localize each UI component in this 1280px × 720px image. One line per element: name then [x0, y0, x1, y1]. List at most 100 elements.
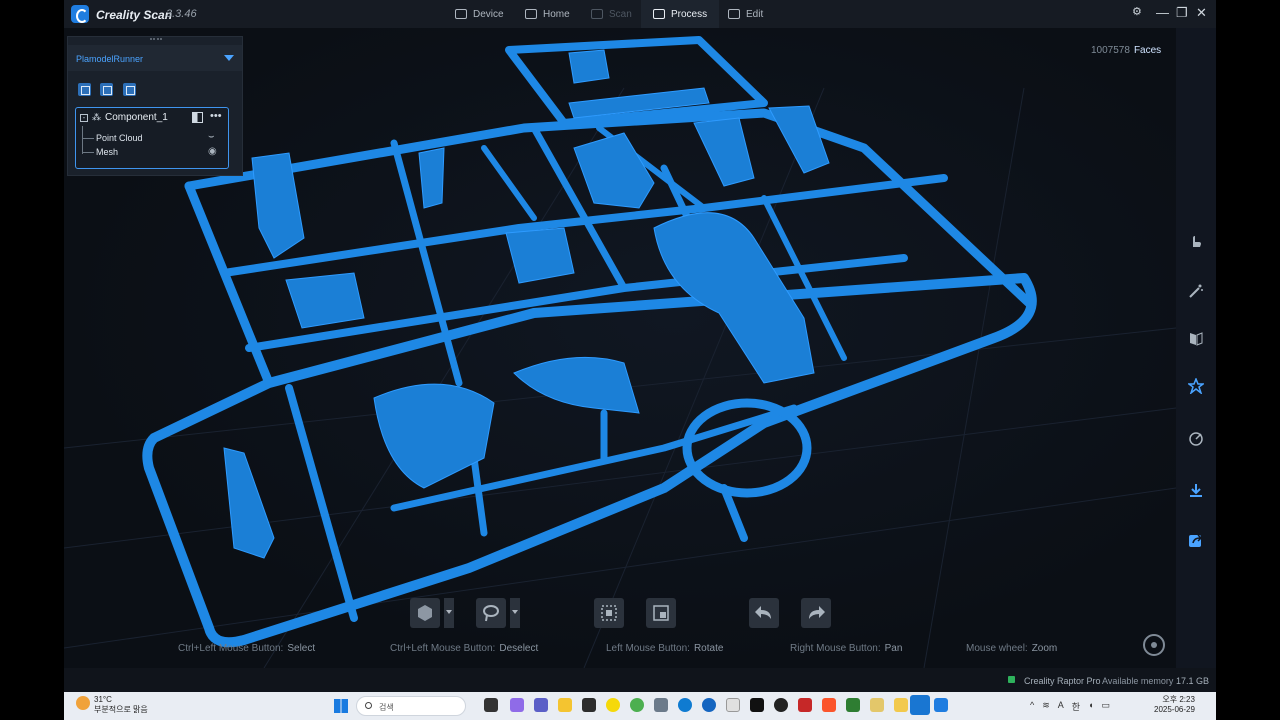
compare-icon[interactable] [192, 112, 203, 123]
collapse-icon[interactable]: - [80, 113, 88, 122]
font-a-icon[interactable]: A [1058, 700, 1064, 713]
teams-icon[interactable] [534, 698, 548, 712]
notes-icon[interactable] [870, 698, 884, 712]
remote-desktop-icon[interactable] [910, 695, 930, 715]
file-explorer-icon[interactable] [558, 698, 572, 712]
delete-selection-button[interactable] [646, 598, 676, 628]
app-title: Creality Scan [96, 8, 173, 22]
calculator-icon[interactable] [654, 698, 668, 712]
tree-item-mesh[interactable]: Mesh [82, 147, 118, 157]
hint-select: Ctrl+Left Mouse Button: Select [178, 643, 316, 654]
lasso-icon [483, 605, 499, 622]
status-bar: Creality Raptor Pro Available memory 17.… [64, 668, 1216, 692]
folder-icon[interactable] [100, 83, 113, 96]
tree-item-point-cloud[interactable]: Point Cloud [82, 133, 143, 143]
creality-scan-window: Creality Scan 3.3.46 Device Home Scan Pr… [64, 0, 1216, 692]
edge-icon[interactable] [678, 698, 692, 712]
title-bar: Creality Scan 3.3.46 Device Home Scan Pr… [64, 0, 1216, 28]
battery-icon[interactable]: ▭ [1102, 700, 1111, 713]
chevron-up-icon[interactable]: ^ [1030, 700, 1034, 713]
star-transform-icon[interactable] [1188, 378, 1204, 394]
component-icon: ⁂ [92, 112, 101, 122]
windows-taskbar: 31°C 부분적으로 맑음 검색 ^ ≋ A 한 ◖ ▭ 오후 2:23 202… [64, 692, 1216, 720]
windows-start-icon[interactable] [334, 699, 348, 713]
chrome-icon[interactable] [630, 698, 644, 712]
invert-select-icon [601, 605, 617, 621]
search-icon [365, 702, 372, 709]
settings-icon[interactable]: ⚙ [1132, 5, 1142, 18]
lasso-select-button[interactable] [476, 598, 506, 628]
magic-wand-icon[interactable] [1188, 283, 1204, 299]
file-icon[interactable] [123, 83, 136, 96]
copilot-icon[interactable] [510, 698, 524, 712]
outliner-panel: PlamodelRunner - ⁂ Component_1 ••• Point… [67, 36, 243, 176]
taskbar-search[interactable]: 검색 [356, 696, 466, 716]
ime-indicator[interactable]: 한 [1072, 700, 1080, 713]
hint-deselect: Ctrl+Left Mouse Button: Deselect [390, 643, 539, 654]
scan-icon [591, 9, 603, 19]
lasso-select-dropdown[interactable] [510, 598, 520, 628]
minimize-button[interactable]: — [1156, 5, 1169, 20]
game-icon[interactable] [774, 698, 788, 712]
kakaotalk-icon[interactable] [606, 698, 620, 712]
more-options-icon[interactable]: ••• [210, 110, 222, 122]
wifi-icon[interactable]: ≋ [1042, 700, 1050, 713]
redo-icon [809, 606, 825, 619]
add-component-icon[interactable] [78, 83, 91, 96]
device-name: Creality Raptor Pro [1024, 676, 1101, 686]
chevron-down-icon [224, 55, 234, 61]
home-icon [525, 9, 537, 19]
screen: Creality Scan 3.3.46 Device Home Scan Pr… [0, 0, 1280, 720]
download-icon[interactable] [1188, 483, 1204, 499]
hint-rotate: Left Mouse Button: Rotate [606, 643, 724, 654]
weather-widget[interactable]: 31°C 부분적으로 맑음 [94, 695, 148, 715]
device-icon [455, 9, 467, 19]
hand-select-icon[interactable] [1188, 233, 1204, 249]
undo-button[interactable] [749, 598, 779, 628]
recenter-view-icon[interactable] [1143, 634, 1165, 656]
tab-edit[interactable]: Edit [728, 0, 763, 28]
texture-palette-icon[interactable] [1188, 431, 1204, 447]
redo-button[interactable] [801, 598, 831, 628]
dev-tool-icon[interactable] [798, 698, 812, 712]
device-connected-icon [1008, 676, 1015, 683]
crop-delete-icon [653, 605, 669, 621]
restore-button[interactable]: ❐ [1176, 5, 1188, 21]
id-app-icon[interactable] [750, 698, 764, 712]
hint-zoom: Mouse wheel: Zoom [966, 643, 1058, 654]
memory-label: Available memory [1102, 676, 1174, 686]
memory-value: 17.1 GB [1176, 676, 1210, 686]
weather-icon[interactable] [76, 696, 90, 710]
system-tray: ^ ≋ A 한 ◖ ▭ [1030, 700, 1110, 713]
eye-closed-icon[interactable]: ⌣ [208, 131, 215, 142]
tab-process[interactable]: Process [641, 0, 720, 28]
selection-mode-button[interactable] [410, 598, 440, 628]
invert-selection-button[interactable] [594, 598, 624, 628]
tab-scan[interactable]: Scan [591, 0, 632, 28]
brave-icon[interactable] [822, 698, 836, 712]
app-icon[interactable] [726, 698, 740, 712]
tab-device[interactable]: Device [455, 0, 504, 28]
terminal-icon[interactable] [582, 698, 596, 712]
selection-mode-dropdown[interactable] [444, 598, 454, 628]
panel-drag-handle[interactable] [150, 38, 162, 42]
edit-icon [728, 9, 740, 19]
close-button[interactable]: ✕ [1196, 5, 1207, 21]
tab-home[interactable]: Home [525, 0, 570, 28]
project-dropdown[interactable]: PlamodelRunner [68, 45, 242, 71]
spreadsheet-icon[interactable] [846, 698, 860, 712]
task-view-icon[interactable] [484, 698, 498, 712]
hint-pan: Right Mouse Button: Pan [790, 643, 903, 654]
folder-app-icon[interactable] [894, 698, 908, 712]
eye-icon[interactable]: ◉ [208, 146, 217, 157]
clock[interactable]: 오후 2:23 2025-06-29 [1154, 695, 1195, 715]
face-count: 1007578 Faces [1091, 45, 1162, 56]
right-toolbar [1176, 28, 1216, 668]
cube-select-icon [418, 605, 432, 621]
navigation-icon[interactable] [702, 698, 716, 712]
share-export-icon[interactable] [1188, 532, 1204, 548]
creality-scan-taskbar-icon[interactable] [934, 698, 948, 712]
volume-icon[interactable]: ◖ [1088, 700, 1093, 713]
component-item[interactable]: - ⁂ Component_1 ••• Point Cloud ⌣ Mesh ◉ [75, 107, 229, 169]
mirror-icon[interactable] [1188, 331, 1204, 347]
